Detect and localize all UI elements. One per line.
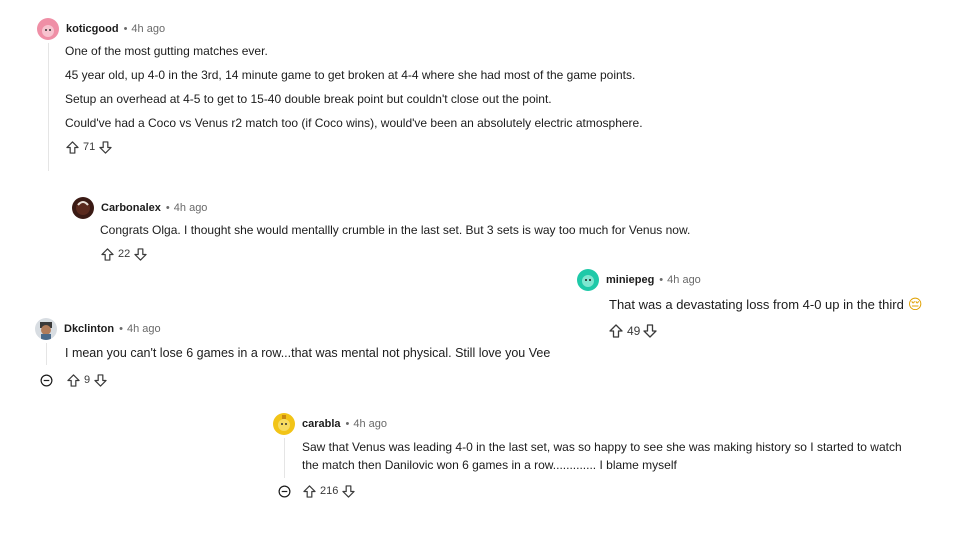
vote-bar: 71 [64,138,937,156]
thread-line[interactable] [48,43,49,171]
upvote-icon[interactable] [301,483,317,499]
comment-body: I mean you can't lose 6 games in a row..… [65,345,655,362]
upvote-icon[interactable] [99,246,115,262]
comment-carbonalex: Carbonalex • 4h ago Congrats Olga. I tho… [72,196,792,263]
separator: • [659,274,664,286]
comment-body: Saw that Venus was leading 4-0 in the la… [302,438,953,474]
comment-carabla: carabla • 4h ago Saw that Venus was lead… [273,412,953,500]
separator: • [165,202,170,214]
vote-count: 216 [320,485,339,497]
collapse-icon[interactable] [277,484,291,498]
downvote-icon[interactable] [340,483,356,499]
avatar-icon [76,201,90,215]
comment-paragraph: 45 year old, up 4-0 in the 3rd, 14 minut… [65,68,636,82]
avatar[interactable] [72,197,94,219]
timestamp[interactable]: 4h ago [131,23,165,35]
vote-bar: 22 [99,245,792,263]
avatar[interactable] [577,269,599,291]
upvote-icon[interactable] [65,372,81,388]
collapse-icon[interactable] [39,373,53,387]
avatar[interactable] [35,318,57,340]
comment-body: That was a devastating loss from 4-0 up … [609,296,957,313]
username[interactable]: koticgood [66,23,119,35]
comment-koticgood: koticgood • 4h ago One of the most gutti… [37,17,937,171]
pensive-emoji: 😔 [907,296,923,312]
comment-paragraph: That was a devastating loss from 4-0 up … [609,297,904,312]
username[interactable]: carabla [302,418,341,430]
comment-body: One of the most gutting matches ever. 45… [65,43,937,132]
vote-bar: 9 [39,371,655,389]
vote-count: 22 [118,248,131,260]
avatar[interactable] [273,413,295,435]
timestamp[interactable]: 4h ago [353,418,387,430]
comment-body: Congrats Olga. I thought she would menta… [100,222,792,239]
separator: • [123,23,128,35]
comment-paragraph: Setup an overhead at 4-5 to get to 15-40… [65,92,552,106]
avatar[interactable] [37,18,59,40]
separator: • [345,418,350,430]
thread-line[interactable] [284,438,285,478]
avatar-icon [40,322,52,340]
comment-paragraph: Saw that Venus was leading 4-0 in the la… [302,440,902,454]
comment-paragraph: the match then Danilovic won 6 games in … [302,458,677,472]
vote-count: 9 [84,374,91,386]
upvote-icon[interactable] [64,139,80,155]
comment-paragraph: Congrats Olga. I thought she would menta… [100,223,691,237]
timestamp[interactable]: 4h ago [127,323,161,335]
downvote-icon[interactable] [97,139,113,155]
username[interactable]: miniepeg [606,274,654,286]
comment-paragraph: Could've had a Coco vs Venus r2 match to… [65,116,643,130]
timestamp[interactable]: 4h ago [667,274,701,286]
username[interactable]: Dkclinton [64,323,114,335]
avatar-icon [582,275,594,287]
vote-bar: 49 [608,322,957,340]
comment-paragraph: I mean you can't lose 6 games in a row..… [65,346,551,360]
downvote-icon[interactable] [132,246,148,262]
thread-line[interactable] [46,343,47,365]
separator: • [119,323,123,335]
downvote-icon[interactable] [92,372,108,388]
avatar-icon [42,25,54,37]
username[interactable]: Carbonalex [101,202,161,214]
avatar-icon [278,415,290,431]
comment-paragraph: One of the most gutting matches ever. [65,44,268,58]
timestamp[interactable]: 4h ago [174,202,208,214]
comment-dkclinton: Dkclinton • 4h ago I mean you can't lose… [35,317,655,389]
vote-count: 71 [83,141,96,153]
vote-bar: 216 [277,482,953,500]
